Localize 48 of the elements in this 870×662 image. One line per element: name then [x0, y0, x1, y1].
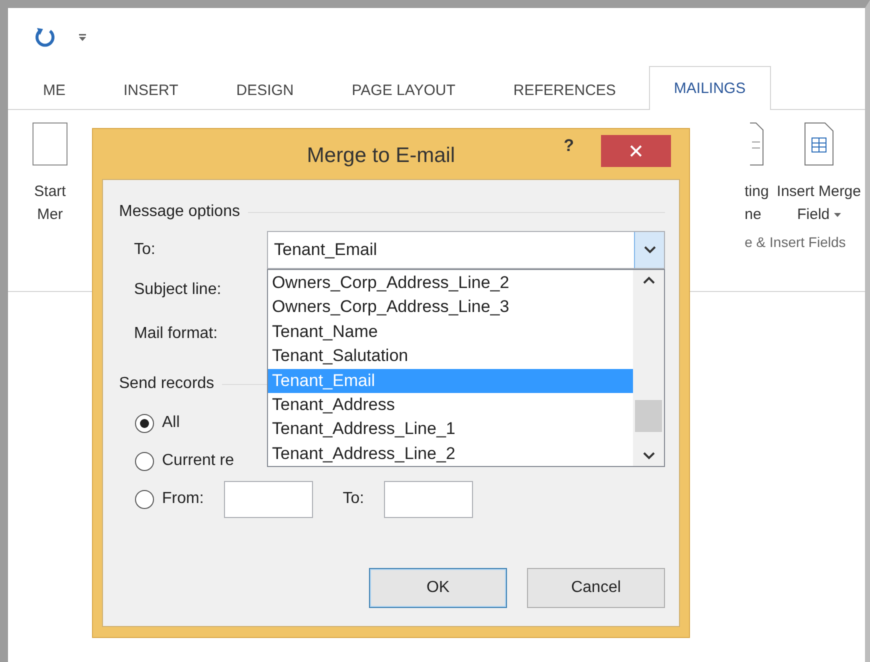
close-button[interactable] [601, 135, 671, 167]
list-item[interactable]: Tenant_Address_Line_1 [268, 417, 633, 442]
to-field[interactable] [384, 480, 474, 518]
list-item[interactable]: Owners_Corp_Address_Line_2 [268, 271, 633, 296]
chevron-up-icon [642, 276, 654, 284]
close-icon [630, 145, 642, 157]
list-item[interactable]: Tenant_Salutation [268, 344, 633, 368]
command-label: Start [34, 182, 66, 202]
ribbon-tab[interactable]: MAILINGS [648, 66, 771, 110]
command-label: Field [797, 205, 830, 225]
list-item[interactable]: Tenant_Address [268, 392, 633, 418]
chevron-down-icon [642, 452, 654, 460]
command-label: ting [744, 182, 769, 202]
customize-menu-icon[interactable] [78, 32, 87, 42]
caret-icon [834, 212, 841, 216]
command-label: ne [744, 205, 762, 225]
dialog-title: Merge to E-mail [306, 144, 456, 168]
radio-label: Current re [162, 452, 234, 470]
undo-icon[interactable] [34, 26, 56, 48]
field-label: To: [134, 241, 156, 259]
list-item[interactable]: Tenant_Address_Line_2 [268, 442, 633, 466]
table-document-icon[interactable] [804, 122, 834, 166]
chevron-down-icon [644, 246, 656, 254]
radio-button[interactable] [135, 414, 154, 432]
to-dropdown[interactable]: Tenant_Email [267, 231, 665, 269]
dropdown-button[interactable] [634, 232, 664, 268]
document-icon[interactable] [32, 122, 68, 166]
group-heading: Message options [119, 203, 240, 221]
field-label: Subject line: [134, 281, 222, 299]
radio-label: From: [162, 490, 204, 508]
scrollbar-thumb[interactable] [635, 400, 662, 432]
dialog-button[interactable]: OK [369, 568, 507, 608]
group-label: e & Insert Fields [744, 233, 847, 250]
list-item[interactable]: Owners_Corp_Address_Line_3 [268, 295, 633, 320]
radio-button[interactable] [135, 490, 154, 508]
list-item[interactable]: Tenant_Name [268, 320, 633, 344]
scrollbar[interactable] [633, 270, 664, 466]
help-button[interactable]: ? [558, 135, 580, 157]
command-label: Insert Merge [776, 182, 861, 202]
radio-button[interactable] [135, 452, 154, 470]
document-icon[interactable] [750, 122, 764, 166]
field-label: To: [342, 490, 364, 508]
field-label: Mail format: [134, 325, 219, 343]
from-field[interactable] [224, 480, 313, 518]
dialog-button[interactable]: Cancel [527, 568, 665, 608]
command-label: Mer [37, 205, 63, 225]
radio-label: All [162, 414, 180, 432]
group-heading: Send records [119, 375, 214, 393]
